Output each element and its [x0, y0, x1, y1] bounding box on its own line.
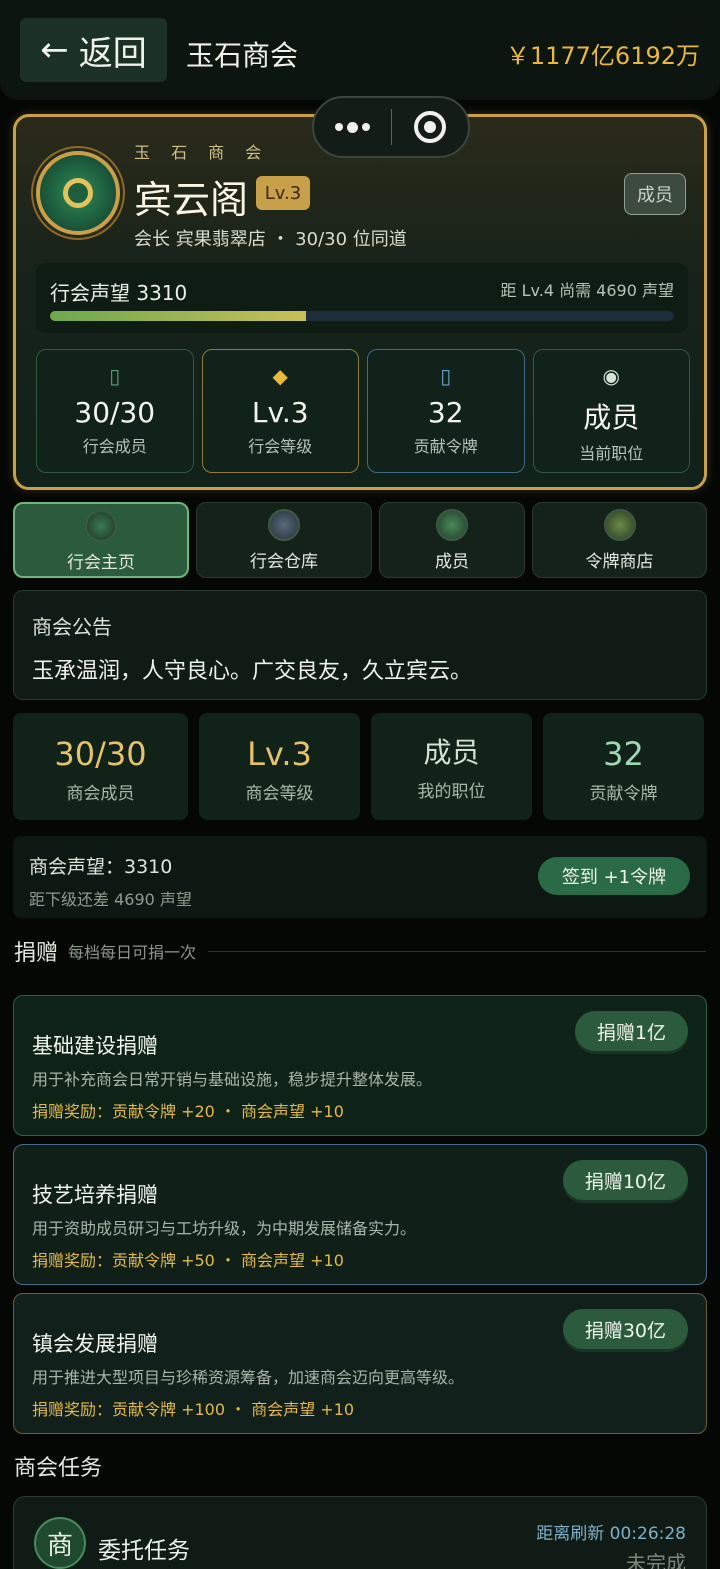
reputation-progress-fill: [50, 311, 306, 321]
top-bar: ← 返回 玉石商会 ￥1177亿6192万: [0, 0, 720, 100]
stat-value: 成员: [583, 401, 640, 434]
task-merchant-icon: 商: [34, 1517, 86, 1569]
role-chip: 成员: [624, 173, 686, 215]
donation-card-desc: 用于资助成员研习与工坊升级，为中期发展储备实力。: [32, 1219, 417, 1238]
close-target-icon[interactable]: [392, 111, 469, 143]
reputation-progress-bar: [50, 311, 674, 321]
level-badge: Lv.3: [256, 176, 310, 210]
donation-section-header: 捐赠 每档每日可捐一次: [14, 936, 706, 966]
guild-meta: 会长 宾果翡翠店 ・ 30/30 位同道: [134, 229, 407, 250]
tab-members[interactable]: 成员: [379, 502, 525, 578]
reputation-row: 商会声望：3310 距下级还差 4690 声望 签到 +1令牌: [13, 836, 707, 918]
info-label: 我的职位: [417, 782, 486, 802]
info-value: 32: [603, 735, 644, 773]
info-value: 30/30: [54, 735, 147, 773]
checkin-button[interactable]: 签到 +1令牌: [538, 857, 690, 895]
donate-button[interactable]: 捐赠30亿: [562, 1309, 688, 1349]
donation-card-title: 基础建设捐赠: [32, 1034, 158, 1058]
tab-label: 成员: [435, 552, 469, 572]
page-title: 玉石商会: [186, 39, 299, 72]
stat-card-position: ◉ 成员 当前职位: [532, 349, 690, 473]
stat-card-tokens: ▯ 32 贡献令牌: [367, 349, 525, 473]
task-status: 未完成: [626, 1551, 686, 1569]
reputation-label: 行会声望 3310: [50, 281, 188, 305]
stat-card-level: ◆ Lv.3 行会等级: [201, 349, 359, 473]
donation-card-basic: 基础建设捐赠 用于补充商会日常开销与基础设施，稳步提升整体发展。 捐赠奖励：贡献…: [13, 995, 707, 1136]
donation-card-title: 镇会发展捐赠: [32, 1332, 158, 1356]
tab-label: 行会主页: [67, 553, 135, 573]
guild-home-icon: [85, 510, 117, 542]
donate-button[interactable]: 捐赠10亿: [562, 1160, 688, 1200]
info-value: Lv.3: [247, 735, 312, 773]
guild-tabs: 行会主页 行会仓库 成员 令牌商店: [13, 502, 707, 578]
more-menu-icon[interactable]: [314, 121, 391, 133]
token-icon: ▯: [440, 364, 452, 388]
reputation-box: 行会声望 3310 距 Lv.4 尚需 4690 声望: [36, 263, 688, 333]
task-name: 委托任务: [98, 1538, 190, 1564]
donation-card-reward: 捐赠奖励：贡献令牌 +50 ・ 商会声望 +10: [32, 1251, 344, 1270]
tab-token-shop[interactable]: 令牌商店: [532, 502, 707, 578]
donation-card-title: 技艺培养捐赠: [32, 1183, 158, 1207]
members-icon: [436, 509, 468, 541]
donation-card-desc: 用于推进大型项目与珍稀资源筹备，加速商会迈向更高等级。: [32, 1368, 465, 1387]
stat-label: 行会等级: [248, 437, 313, 456]
guild-card: 玉 石 商 会 宾云阁 Lv.3 成员 会长 宾果翡翠店 ・ 30/30 位同道…: [13, 114, 707, 490]
back-label: 返回: [78, 33, 147, 74]
donation-subtitle: 每档每日可捐一次: [68, 943, 197, 962]
task-refresh-timer: 距离刷新 00:26:28: [536, 1524, 686, 1544]
info-label: 商会等级: [245, 784, 314, 804]
info-stats: 30/30 商会成员 Lv.3 商会等级 成员 我的职位 32 贡献令牌: [13, 713, 707, 820]
stat-label: 当前职位: [579, 444, 644, 463]
back-arrow-icon: ←: [40, 30, 69, 70]
token-shop-icon: [603, 509, 636, 541]
guild-name: 宾云阁: [134, 178, 249, 222]
back-button[interactable]: ← 返回: [20, 18, 167, 82]
tab-guild-home[interactable]: 行会主页: [13, 502, 189, 578]
info-label: 商会成员: [66, 784, 135, 804]
reputation-value: 商会声望：3310: [29, 856, 173, 878]
donation-title: 捐赠: [14, 941, 59, 966]
reputation-next: 距 Lv.4 尚需 4690 声望: [500, 281, 674, 300]
stat-card-members: ▯ 30/30 行会成员: [36, 349, 194, 473]
position-icon: ◉: [602, 364, 620, 388]
tab-label: 令牌商店: [585, 552, 654, 572]
info-card-level: Lv.3 商会等级: [199, 713, 360, 820]
donate-button[interactable]: 捐赠1亿: [574, 1011, 688, 1051]
stat-value: 30/30: [74, 396, 156, 429]
guild-emblem: [36, 151, 120, 235]
tab-guild-warehouse[interactable]: 行会仓库: [196, 502, 372, 578]
donation-card-skill: 技艺培养捐赠 用于资助成员研习与工坊升级，为中期发展储备实力。 捐赠奖励：贡献令…: [13, 1144, 707, 1285]
diamond-icon: ◆: [272, 364, 288, 388]
tasks-section-title: 商会任务: [14, 1456, 103, 1481]
task-card[interactable]: 商 委托任务 距离刷新 00:26:28 未完成: [13, 1496, 707, 1569]
members-icon: ▯: [109, 364, 121, 388]
info-card-tokens: 32 贡献令牌: [543, 713, 704, 820]
donation-card-desc: 用于补充商会日常开销与基础设施，稳步提升整体发展。: [32, 1070, 433, 1089]
warehouse-chest-icon: [268, 509, 300, 541]
mini-program-capsule: [312, 96, 470, 158]
guild-subtitle: 玉 石 商 会: [134, 143, 270, 162]
stat-value: 32: [427, 396, 464, 429]
stat-label: 贡献令牌: [413, 437, 478, 456]
stat-value: Lv.3: [251, 396, 309, 429]
reputation-remaining: 距下级还差 4690 声望: [29, 890, 192, 909]
donation-card-reward: 捐赠奖励：贡献令牌 +20 ・ 商会声望 +10: [32, 1102, 344, 1121]
announcement-title: 商会公告: [32, 615, 112, 639]
tab-label: 行会仓库: [250, 552, 318, 572]
stat-label: 行会成员: [82, 437, 147, 456]
guild-announcement: 商会公告 玉承温润，人守良心。广交良友，久立宾云。: [13, 590, 707, 700]
donation-card-reward: 捐赠奖励：贡献令牌 +100 ・ 商会声望 +10: [32, 1400, 355, 1419]
info-card-members: 30/30 商会成员: [13, 713, 188, 820]
guild-stat-cards: ▯ 30/30 行会成员 ◆ Lv.3 行会等级 ▯ 32 贡献令牌 ◉ 成员 …: [36, 349, 690, 473]
info-value: 成员: [423, 736, 480, 769]
donation-card-development: 镇会发展捐赠 用于推进大型项目与珍稀资源筹备，加速商会迈向更高等级。 捐赠奖励：…: [13, 1293, 707, 1434]
info-label: 贡献令牌: [589, 784, 658, 804]
info-card-position: 成员 我的职位: [371, 713, 532, 820]
announcement-text: 玉承温润，人守良心。广交良友，久立宾云。: [32, 659, 473, 684]
section-divider: [208, 950, 706, 952]
balance: ￥1177亿6192万: [505, 42, 700, 70]
